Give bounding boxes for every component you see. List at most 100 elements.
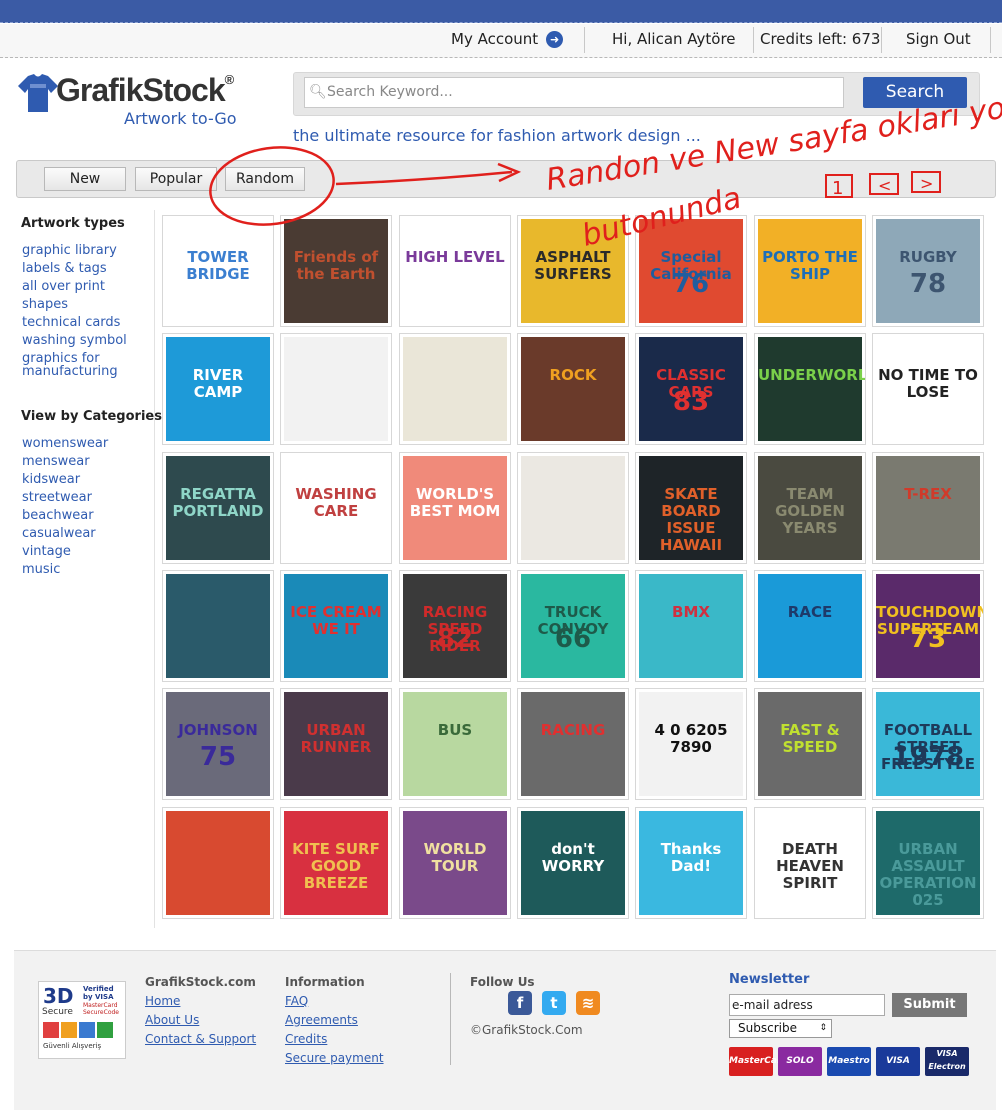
my-account-link[interactable]: My Account ➜ bbox=[451, 24, 564, 57]
artwork-thumbnail[interactable]: TRUCK CONVOY 66 bbox=[517, 570, 629, 682]
artwork-caption: WORLD'S BEST MOM bbox=[409, 485, 501, 520]
footer-link[interactable]: FAQ bbox=[285, 994, 308, 1008]
artwork-thumbnail[interactable]: Thanks Dad! bbox=[635, 807, 747, 919]
category-link[interactable]: vintage bbox=[22, 545, 71, 558]
footer-link[interactable]: Credits bbox=[285, 1032, 327, 1046]
artwork-type-link[interactable]: shapes bbox=[22, 298, 68, 311]
artwork-thumbnail[interactable]: WORLD TOUR bbox=[399, 807, 511, 919]
artwork-type-link[interactable]: graphics for manufacturing bbox=[22, 352, 122, 378]
newsletter-email-input[interactable]: e-mail adress bbox=[729, 994, 885, 1016]
artwork-thumbnail[interactable] bbox=[399, 333, 511, 445]
category-link[interactable]: womenswear bbox=[22, 437, 108, 450]
visa-electron-logo: VISA Electron bbox=[925, 1047, 969, 1076]
artwork-thumbnail[interactable]: CLASSIC CARS 83 bbox=[635, 333, 747, 445]
artwork-thumbnail[interactable]: BMX bbox=[635, 570, 747, 682]
footer-link[interactable]: Home bbox=[145, 994, 180, 1008]
artwork-thumbnail[interactable] bbox=[162, 570, 274, 682]
artwork-type-link[interactable]: graphic library bbox=[22, 244, 117, 257]
artwork-thumbnail[interactable] bbox=[162, 807, 274, 919]
artwork-thumbnail[interactable]: BUS bbox=[399, 688, 511, 800]
artwork-thumbnail[interactable]: RUGBY 78 bbox=[872, 215, 984, 327]
footer-link[interactable]: Agreements bbox=[285, 1013, 358, 1027]
artwork-thumbnail[interactable]: T-REX bbox=[872, 452, 984, 564]
twitter-icon[interactable]: t bbox=[542, 991, 566, 1015]
artwork-thumbnail[interactable]: WORLD'S BEST MOM bbox=[399, 452, 511, 564]
subscribe-select[interactable]: Subscribe ⇕ bbox=[729, 1019, 832, 1038]
artwork-thumbnail[interactable]: DEATH HEAVEN SPIRIT bbox=[754, 807, 866, 919]
artwork-thumbnail[interactable]: RACING SPEED RIDER 82 bbox=[399, 570, 511, 682]
sort-tab-bar: New Popular Random bbox=[16, 160, 996, 198]
artwork-thumbnail[interactable]: 4 0 6205 7890 bbox=[635, 688, 747, 800]
artwork-thumbnail[interactable]: don't WORRY bbox=[517, 807, 629, 919]
artwork-thumbnail[interactable]: KITE SURF GOOD BREEZE bbox=[280, 807, 392, 919]
artwork-caption: URBAN RUNNER bbox=[300, 721, 372, 756]
artwork-thumbnail[interactable]: RACE bbox=[754, 570, 866, 682]
artwork-thumbnail[interactable]: Special California 76 bbox=[635, 215, 747, 327]
artwork-image bbox=[284, 337, 388, 441]
artwork-caption: ASPHALT SURFERS bbox=[534, 248, 612, 283]
artwork-image: SKATE BOARD ISSUE HAWAII bbox=[639, 456, 743, 560]
search-input[interactable]: 🔍︎ Search Keyword... bbox=[304, 77, 844, 108]
artwork-thumbnail[interactable]: TOUCHDOWN SUPERTEAM 73 bbox=[872, 570, 984, 682]
artwork-thumbnail[interactable]: JOHNSON 75 bbox=[162, 688, 274, 800]
artwork-thumbnail[interactable] bbox=[517, 452, 629, 564]
category-link[interactable]: menswear bbox=[22, 455, 90, 468]
artwork-type-link[interactable]: washing symbol bbox=[22, 334, 127, 347]
artwork-thumbnail[interactable] bbox=[280, 333, 392, 445]
tab-random[interactable]: Random bbox=[225, 167, 305, 191]
artwork-type-link[interactable]: all over print bbox=[22, 280, 105, 293]
footer-divider bbox=[450, 973, 451, 1065]
artwork-image: WORLD TOUR bbox=[403, 811, 507, 915]
artwork-image: ROCK bbox=[521, 337, 625, 441]
credits-left: Credits left: 673 bbox=[760, 30, 881, 48]
artwork-thumbnail[interactable]: ROCK bbox=[517, 333, 629, 445]
category-link[interactable]: beachwear bbox=[22, 509, 94, 522]
footer-link[interactable]: Secure payment bbox=[285, 1051, 384, 1065]
artwork-thumbnail[interactable]: FOOTBALL STREET FREESTYLE 1978 bbox=[872, 688, 984, 800]
sign-out-link[interactable]: Sign Out bbox=[906, 24, 971, 57]
artwork-thumbnail[interactable]: URBAN RUNNER bbox=[280, 688, 392, 800]
artwork-caption: ICE CREAM WE IT bbox=[290, 603, 382, 638]
artwork-thumbnail[interactable]: WASHING CARE bbox=[280, 452, 392, 564]
footer-col2-heading: Information bbox=[285, 975, 365, 989]
tab-new[interactable]: New bbox=[44, 167, 126, 191]
artwork-thumbnail[interactable]: TEAM GOLDEN YEARS bbox=[754, 452, 866, 564]
artwork-caption: T-REX bbox=[904, 485, 952, 503]
artwork-thumbnail[interactable]: RIVER CAMP bbox=[162, 333, 274, 445]
artwork-thumbnail[interactable]: ASPHALT SURFERS bbox=[517, 215, 629, 327]
search-button[interactable]: Search bbox=[863, 77, 967, 108]
artwork-type-link[interactable]: technical cards bbox=[22, 316, 120, 329]
category-link[interactable]: kidswear bbox=[22, 473, 80, 486]
artwork-image: WASHING CARE bbox=[284, 456, 388, 560]
footer-link[interactable]: About Us bbox=[145, 1013, 199, 1027]
artwork-thumbnail[interactable]: SKATE BOARD ISSUE HAWAII bbox=[635, 452, 747, 564]
artwork-image: RUGBY 78 bbox=[876, 219, 980, 323]
artwork-thumbnail[interactable]: ICE CREAM WE IT bbox=[280, 570, 392, 682]
artwork-type-link[interactable]: labels & tags bbox=[22, 262, 107, 275]
category-link[interactable]: casualwear bbox=[22, 527, 96, 540]
category-link[interactable]: streetwear bbox=[22, 491, 92, 504]
artwork-thumbnail[interactable]: Friends of the Earth bbox=[280, 215, 392, 327]
rss-icon[interactable]: ≋ bbox=[576, 991, 600, 1015]
artwork-caption: don't WORRY bbox=[541, 840, 605, 875]
artwork-thumbnail[interactable]: REGATTA PORTLAND bbox=[162, 452, 274, 564]
artwork-thumbnail[interactable]: RACING bbox=[517, 688, 629, 800]
shopping-icons bbox=[43, 1022, 113, 1042]
tab-popular[interactable]: Popular bbox=[135, 167, 217, 191]
artwork-number: 75 bbox=[199, 742, 237, 772]
artwork-thumbnail[interactable]: NO TIME TO LOSE bbox=[872, 333, 984, 445]
artwork-thumbnail[interactable]: HIGH LEVEL bbox=[399, 215, 511, 327]
artwork-thumbnail[interactable]: URBAN ASSAULT OPERATION 025 bbox=[872, 807, 984, 919]
divider bbox=[881, 27, 882, 53]
newsletter-submit-button[interactable]: Submit bbox=[892, 993, 967, 1017]
artwork-thumbnail[interactable]: FAST & SPEED bbox=[754, 688, 866, 800]
user-greeting: Hi, Alican Aytöre bbox=[612, 30, 736, 48]
artwork-thumbnail[interactable]: UNDERWORLD bbox=[754, 333, 866, 445]
badge-3d: 3D bbox=[43, 984, 74, 1008]
artwork-thumbnail[interactable]: TOWER BRIDGE bbox=[162, 215, 274, 327]
artwork-thumbnail[interactable]: PORTO THE SHIP bbox=[754, 215, 866, 327]
category-link[interactable]: music bbox=[22, 563, 60, 576]
grafikstock-logo[interactable]: GrafikStock® Artwork to-Go bbox=[18, 72, 258, 132]
footer-link[interactable]: Contact & Support bbox=[145, 1032, 256, 1046]
facebook-icon[interactable]: f bbox=[508, 991, 532, 1015]
